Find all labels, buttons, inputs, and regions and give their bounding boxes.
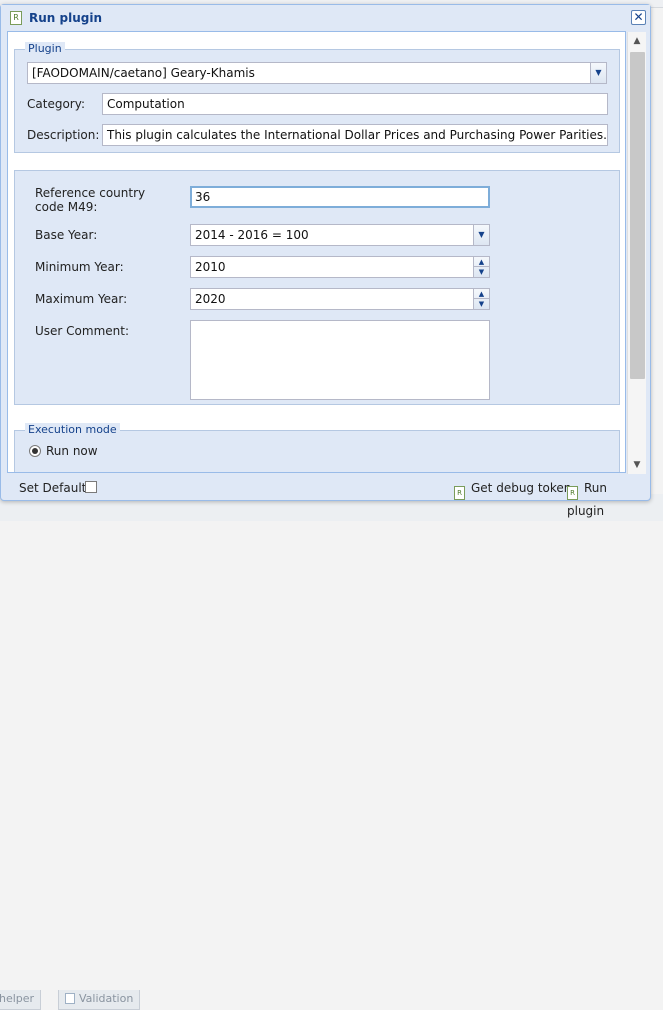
execution-mode-legend: Execution mode (25, 423, 120, 436)
background-tab-label: helper (0, 992, 35, 1005)
user-comment-textarea[interactable] (190, 320, 490, 400)
scroll-up-icon[interactable]: ▲ (628, 32, 646, 50)
category-value: Computation (107, 97, 185, 111)
plugin-legend: Plugin (25, 42, 65, 55)
plugin-select-value: [FAODOMAIN/caetano] Geary-Khamis (32, 66, 255, 80)
description-field[interactable]: This plugin calculates the International… (102, 124, 608, 146)
spinner: ▲ ▼ (473, 257, 489, 277)
description-label: Description: (27, 128, 100, 142)
spin-up-icon[interactable]: ▲ (474, 289, 489, 299)
category-label: Category: (27, 97, 85, 111)
plugin-select[interactable]: [FAODOMAIN/caetano] Geary-Khamis ▼ (27, 62, 607, 84)
dialog-footer: Set Default: R Get debug token R Run plugi… (7, 477, 646, 518)
chevron-down-icon[interactable]: ▼ (590, 63, 606, 83)
min-year-label: Minimum Year: (35, 260, 124, 274)
get-debug-token-button[interactable]: R Get debug token (454, 477, 572, 500)
base-year-value: 2014 - 2016 = 100 (195, 228, 309, 242)
dialog-titlebar[interactable]: R Run plugin ✕ (1, 5, 650, 31)
description-value: This plugin calculates the International… (107, 128, 607, 142)
background-tab-helper[interactable]: helper (0, 990, 42, 1010)
ref-country-label: Reference country code M49: (35, 186, 146, 214)
parameters-fieldset: Reference country code M49: 36 Base Year… (14, 170, 620, 405)
get-debug-token-label: Get debug token (471, 481, 572, 495)
run-plugin-button[interactable]: R Run plugin (567, 477, 646, 518)
background-tab-label: Validation (79, 992, 134, 1005)
dialog-body: Plugin [FAODOMAIN/caetano] Geary-Khamis … (7, 31, 626, 473)
ref-country-input[interactable]: 36 (190, 186, 490, 208)
base-year-label: Base Year: (35, 228, 98, 242)
plugin-icon: R (454, 486, 465, 500)
spin-down-icon[interactable]: ▼ (474, 299, 489, 309)
validation-icon (65, 993, 75, 1004)
chevron-down-icon[interactable]: ▼ (473, 225, 489, 245)
scroll-down-icon[interactable]: ▼ (628, 456, 646, 474)
max-year-label: Maximum Year: (35, 292, 128, 306)
plugin-fieldset: Plugin [FAODOMAIN/caetano] Geary-Khamis … (14, 42, 620, 153)
max-year-value: 2020 (195, 292, 226, 306)
close-icon: ✕ (633, 10, 644, 24)
run-plugin-dialog: R Run plugin ✕ Plugin [FAODOMAIN/caetano… (0, 4, 651, 518)
set-default-label: Set Default: (19, 481, 91, 495)
spin-up-icon[interactable]: ▲ (474, 257, 489, 267)
background-tab-validation[interactable]: Validation (58, 990, 141, 1010)
spinner: ▲ ▼ (473, 289, 489, 309)
user-comment-label: User Comment: (35, 324, 130, 338)
plugin-icon: R (10, 11, 22, 25)
dialog-scrollbar[interactable]: ▲ ▼ (627, 32, 646, 474)
plugin-icon: R (567, 486, 578, 500)
category-field[interactable]: Computation (102, 93, 608, 115)
ref-country-value: 36 (195, 190, 211, 204)
base-year-select[interactable]: 2014 - 2016 = 100 ▼ (190, 224, 490, 246)
max-year-stepper[interactable]: 2020 ▲ ▼ (190, 288, 490, 310)
close-button[interactable]: ✕ (631, 10, 646, 25)
set-default-checkbox[interactable] (85, 481, 97, 493)
min-year-value: 2010 (195, 260, 226, 274)
dialog-title: Run plugin (29, 11, 102, 25)
execution-mode-fieldset: Execution mode Run now (14, 423, 620, 472)
scroll-thumb[interactable] (630, 52, 645, 379)
run-now-label[interactable]: Run now (46, 444, 98, 458)
run-now-radio[interactable] (29, 445, 41, 457)
spin-down-icon[interactable]: ▼ (474, 267, 489, 277)
min-year-stepper[interactable]: 2010 ▲ ▼ (190, 256, 490, 278)
